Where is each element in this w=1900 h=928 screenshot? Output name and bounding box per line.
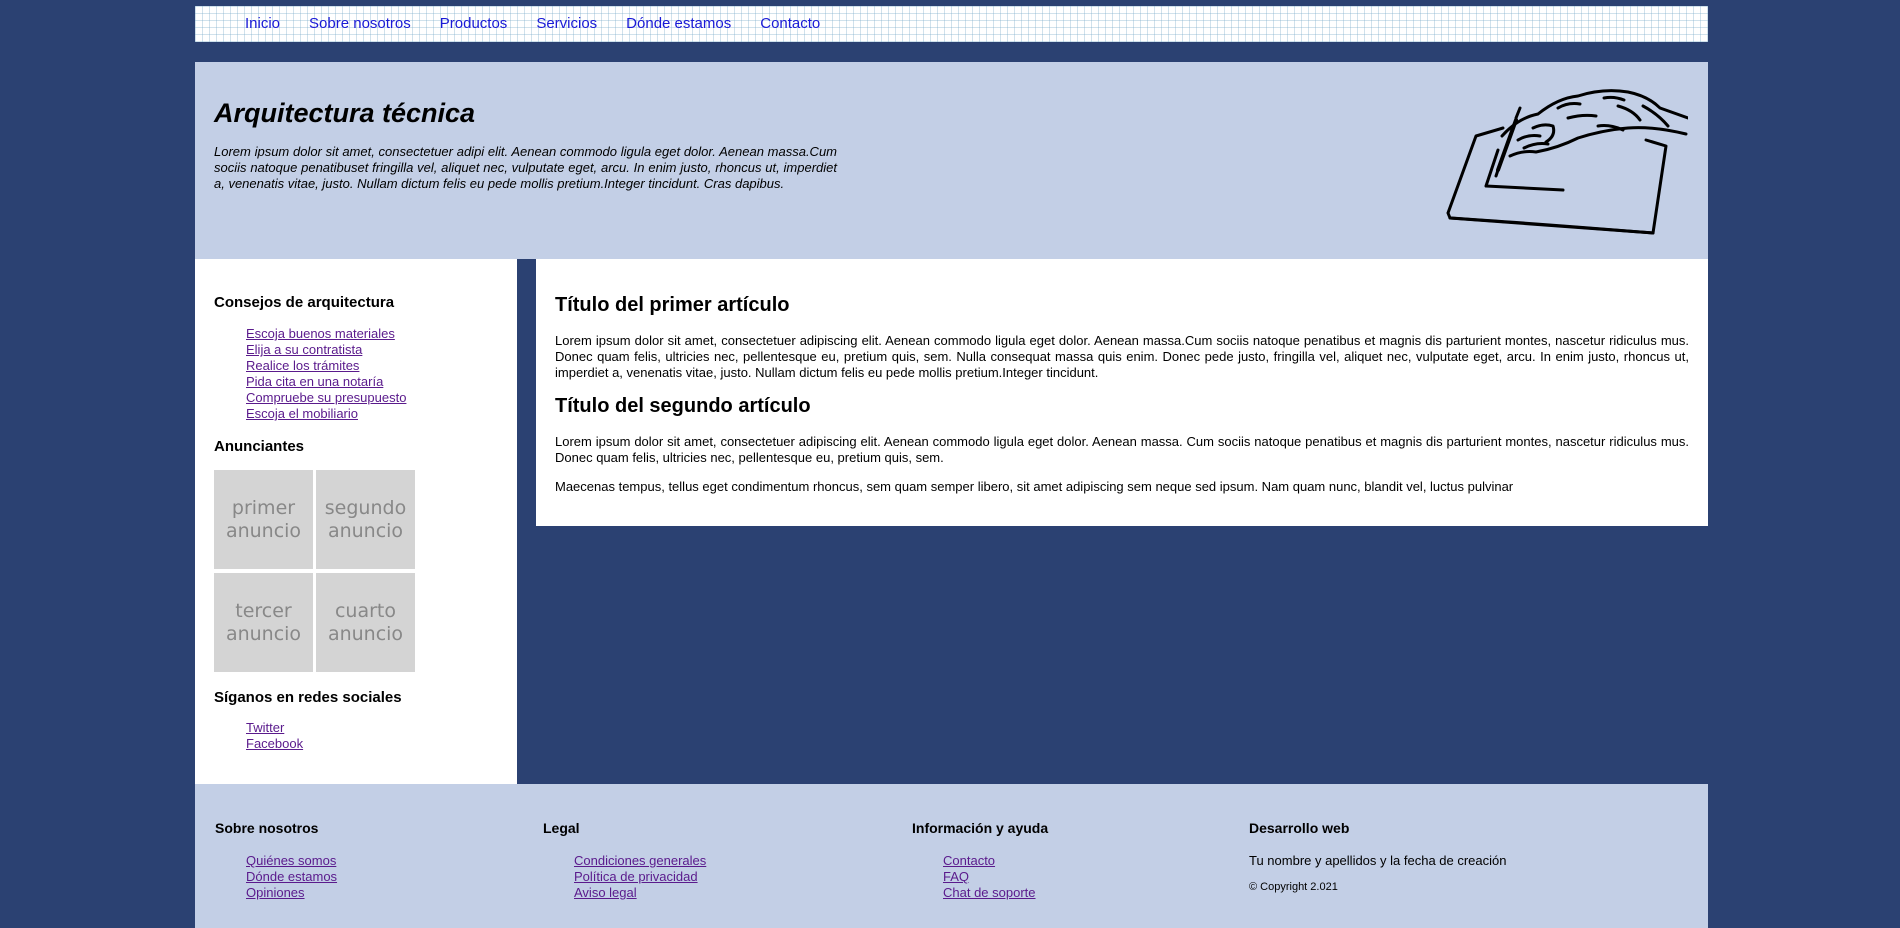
tips-heading: Consejos de arquitectura [214, 294, 395, 311]
nav-item-contacto: Contacto [760, 6, 820, 42]
nav-link-contacto[interactable]: Contacto [760, 15, 820, 32]
article-1-title: Título del primer artículo [555, 294, 790, 316]
list-item: Facebook [246, 736, 303, 752]
site-title: Arquitectura técnica [214, 98, 476, 128]
list-item: Compruebe su presupuesto [246, 390, 406, 406]
footer-link-opiniones[interactable]: Opiniones [246, 885, 305, 900]
tips-list: Escoja buenos materiales Elija a su cont… [246, 326, 406, 422]
tip-link-contratista[interactable]: Elija a su contratista [246, 342, 362, 357]
list-item: Pida cita en una notaría [246, 374, 406, 390]
footer-col-dev: Desarrollo web Tu nombre y apellidos y l… [1249, 820, 1507, 893]
article-2-text-2: Maecenas tempus, tellus eget condimentum… [555, 479, 1514, 494]
nav-item-donde-estamos: Dónde estamos [626, 6, 731, 42]
list-item: Condiciones generales [574, 853, 706, 869]
list-item: Dónde estamos [246, 869, 337, 885]
article-2-title: Título del segundo artículo [555, 395, 811, 417]
list-item: Quiénes somos [246, 853, 337, 869]
social-list: Twitter Facebook [246, 720, 303, 752]
list-item: Twitter [246, 720, 303, 736]
list-item: FAQ [943, 869, 1048, 885]
ad-slot-4[interactable]: cuarto anuncio [316, 573, 415, 672]
social-link-twitter[interactable]: Twitter [246, 720, 284, 735]
footer-col-legal: Legal Condiciones generales Política de … [543, 820, 706, 901]
footer-link-privacidad[interactable]: Política de privacidad [574, 869, 698, 884]
social-heading: Síganos en redes sociales [214, 689, 402, 706]
ad-slot-3[interactable]: tercer anuncio [214, 573, 313, 672]
main-content: Título del primer artículo Lorem ipsum d… [536, 259, 1708, 526]
footer-legal-list: Condiciones generales Política de privac… [543, 853, 706, 901]
footer-link-aviso-legal[interactable]: Aviso legal [574, 885, 637, 900]
article-2-text-1: Lorem ipsum dolor sit amet, consectetuer… [555, 434, 1689, 465]
footer-help-list: Contacto FAQ Chat de soporte [912, 853, 1048, 901]
nav-link-productos[interactable]: Productos [440, 15, 508, 32]
footer-link-contacto[interactable]: Contacto [943, 853, 995, 868]
tip-link-tramites[interactable]: Realice los trámites [246, 358, 359, 373]
list-item: Opiniones [246, 885, 337, 901]
footer-link-donde-estamos[interactable]: Dónde estamos [246, 869, 337, 884]
footer-link-chat-soporte[interactable]: Chat de soporte [943, 885, 1036, 900]
footer-link-faq[interactable]: FAQ [943, 869, 969, 884]
footer-link-condiciones[interactable]: Condiciones generales [574, 853, 706, 868]
nav-link-donde-estamos[interactable]: Dónde estamos [626, 15, 731, 32]
social-link-facebook[interactable]: Facebook [246, 736, 303, 751]
list-item: Contacto [943, 853, 1048, 869]
footer-dev-text: Tu nombre y apellidos y la fecha de crea… [1249, 853, 1507, 868]
tip-link-mobiliario[interactable]: Escoja el mobiliario [246, 406, 358, 421]
footer-about-list: Quiénes somos Dónde estamos Opiniones [215, 853, 337, 901]
list-item: Aviso legal [574, 885, 706, 901]
footer-about-heading: Sobre nosotros [215, 820, 319, 836]
nav-item-inicio: Inicio [245, 6, 280, 42]
article-1-text: Lorem ipsum dolor sit amet, consectetuer… [555, 333, 1689, 380]
nav-link-sobre-nosotros[interactable]: Sobre nosotros [309, 15, 411, 32]
ads-heading: Anunciantes [214, 438, 305, 455]
list-item: Realice los trámites [246, 358, 406, 374]
nav-item-sobre-nosotros: Sobre nosotros [309, 6, 411, 42]
footer-help-heading: Información y ayuda [912, 820, 1049, 836]
nav-link-inicio[interactable]: Inicio [245, 15, 280, 32]
list-item: Elija a su contratista [246, 342, 406, 358]
list-item: Política de privacidad [574, 869, 706, 885]
ad-slot-2[interactable]: segundo anuncio [316, 470, 415, 569]
nav-item-servicios: Servicios [536, 6, 597, 42]
nav-item-productos: Productos [440, 6, 508, 42]
sidebar: Consejos de arquitectura Escoja buenos m… [195, 259, 517, 784]
footer-col-about: Sobre nosotros Quiénes somos Dónde estam… [215, 820, 337, 901]
footer-copyright: © Copyright 2.021 [1249, 881, 1338, 893]
site-header: Arquitectura técnica Lorem ipsum dolor s… [195, 62, 1708, 259]
footer-link-quienes-somos[interactable]: Quiénes somos [246, 853, 336, 868]
tip-link-materiales[interactable]: Escoja buenos materiales [246, 326, 395, 341]
drawing-hand-illustration-icon [1446, 89, 1688, 235]
footer-dev-heading: Desarrollo web [1249, 820, 1350, 836]
site-footer: Sobre nosotros Quiénes somos Dónde estam… [195, 784, 1708, 928]
nav-link-servicios[interactable]: Servicios [536, 15, 597, 32]
tip-link-presupuesto[interactable]: Compruebe su presupuesto [246, 390, 406, 405]
footer-legal-heading: Legal [543, 820, 580, 836]
header-intro-text: Lorem ipsum dolor sit amet, consectetuer… [214, 144, 837, 191]
list-item: Escoja buenos materiales [246, 326, 406, 342]
list-item: Escoja el mobiliario [246, 406, 406, 422]
footer-col-help: Información y ayuda Contacto FAQ Chat de… [912, 820, 1048, 901]
top-nav: Inicio Sobre nosotros Productos Servicio… [195, 6, 1708, 42]
tip-link-notaria[interactable]: Pida cita en una notaría [246, 374, 383, 389]
ad-slot-1[interactable]: primer anuncio [214, 470, 313, 569]
list-item: Chat de soporte [943, 885, 1048, 901]
